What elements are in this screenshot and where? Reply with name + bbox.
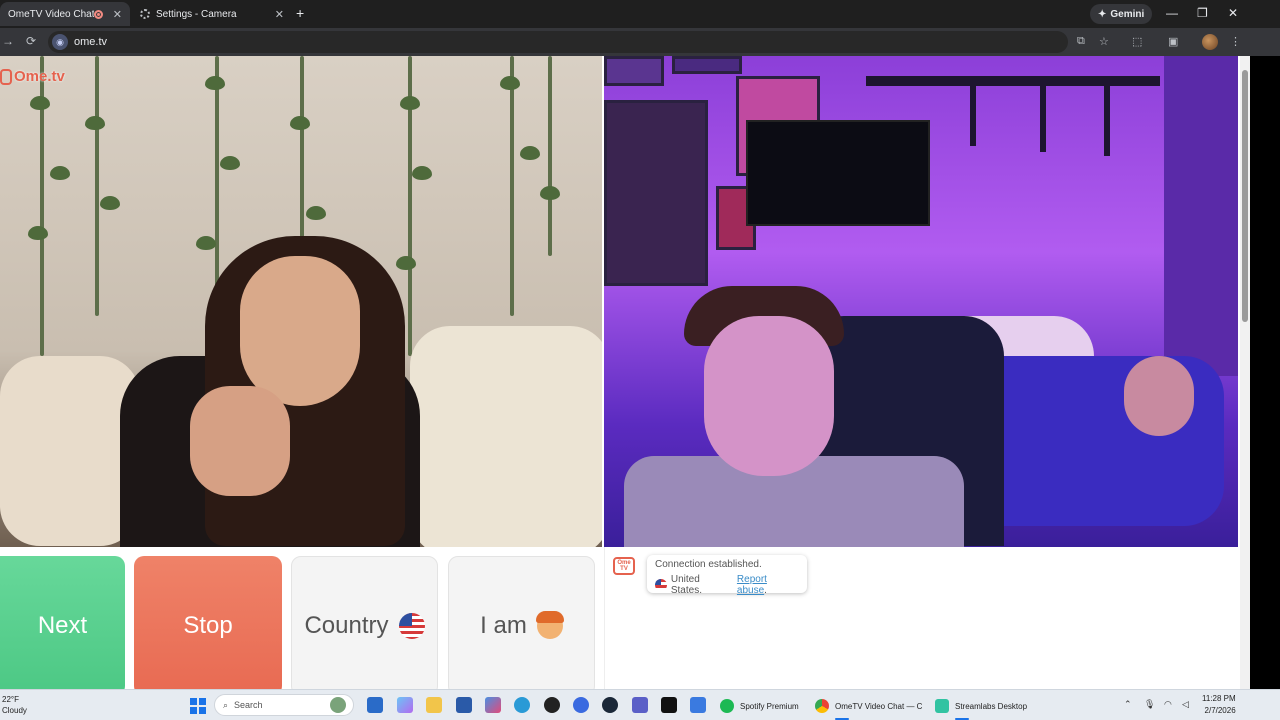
forward-icon[interactable]: → <box>2 34 14 48</box>
photos-icon[interactable] <box>485 697 501 713</box>
store-icon[interactable] <box>456 697 472 713</box>
logo-text: Ome.tv <box>14 68 65 85</box>
cast-icon[interactable]: ⧉ <box>1077 35 1085 48</box>
search-icon: ⌕ <box>223 699 229 710</box>
bookmark-star-icon[interactable]: ☆ <box>1099 35 1109 48</box>
file-explorer-icon[interactable] <box>426 697 442 713</box>
partner-country: United States. <box>670 574 702 596</box>
ometv-page: Ome.tv Next Stop Country I am Ome TV Con… <box>0 56 1240 696</box>
gemini-label: Gemini <box>1110 8 1145 20</box>
scroll-thumb[interactable] <box>1242 70 1248 322</box>
system-clock[interactable]: 11:28 PM 2/7/2026 <box>1202 693 1236 717</box>
steam-icon[interactable] <box>602 697 618 713</box>
logo-tv-icon <box>0 68 12 85</box>
side-panel-icon[interactable]: ▣ <box>1168 35 1178 48</box>
clock-time: 11:28 PM <box>1202 694 1236 703</box>
start-button[interactable] <box>190 698 206 714</box>
address-bar-row: → ⟳ ◉ ome.tv ⧉ ☆ ⬚ ▣ ⋮ <box>0 28 1280 56</box>
recording-icon <box>93 9 103 19</box>
connection-status: Connection established. <box>655 559 762 570</box>
tab-title: Settings - Camera <box>156 8 237 20</box>
menu-icon[interactable]: ⋮ <box>1230 35 1241 48</box>
next-label: Next <box>37 612 88 639</box>
wall-tv <box>746 120 930 226</box>
teams-icon[interactable] <box>632 697 648 713</box>
browser-icon[interactable] <box>573 697 589 713</box>
gender-button[interactable]: I am <box>448 556 595 696</box>
boy-emoji-icon <box>535 611 564 639</box>
site-info-icon[interactable]: ◉ <box>52 34 68 50</box>
sparkle-icon: ✦ <box>1098 8 1107 20</box>
edge-icon[interactable] <box>514 697 530 713</box>
country-button[interactable]: Country <box>291 556 438 696</box>
app-icon[interactable] <box>690 697 706 713</box>
chrome-icon <box>815 699 829 713</box>
profile-avatar[interactable] <box>1202 34 1218 50</box>
iam-label: I am <box>480 612 527 639</box>
country-label: Country <box>304 612 389 639</box>
tab-bar: OmeTV Video Chat — Ome ✕ Settings - Came… <box>0 0 1280 28</box>
weather-widget[interactable]: 22°F Cloudy <box>2 694 27 716</box>
us-flag-icon <box>398 613 425 639</box>
url-text[interactable]: ome.tv <box>74 36 107 48</box>
chevron-up-icon[interactable]: ⌃ <box>1124 699 1132 710</box>
local-video: Ome.tv <box>0 56 602 547</box>
next-button[interactable]: Next <box>0 556 125 696</box>
copilot-icon[interactable] <box>397 697 413 713</box>
chat-panel: Ome TV Connection established. United St… <box>604 547 1230 689</box>
tab-settings-camera[interactable]: Settings - Camera ✕ <box>132 2 292 26</box>
app-label: Spotify Premium <box>740 701 799 711</box>
taskbar-app-streamlabs[interactable]: Streamlabs Desktop <box>935 695 1028 720</box>
maximize-button[interactable]: ❐ <box>1197 6 1208 20</box>
wifi-icon[interactable]: ◠ <box>1164 699 1172 710</box>
weather-desc: Cloudy <box>2 706 27 715</box>
system-message: Connection established. United States. R… <box>647 555 807 596</box>
close-icon[interactable]: ✕ <box>113 8 122 21</box>
close-window-button[interactable]: ✕ <box>1228 6 1238 20</box>
clock-date: 2/7/2026 <box>1204 706 1236 715</box>
weather-temp: 22°F <box>2 695 19 704</box>
mail-icon[interactable] <box>367 697 383 713</box>
page-scrollbar[interactable] <box>1240 56 1250 689</box>
streamlabs-icon <box>935 699 949 713</box>
spotify-icon <box>720 699 734 713</box>
tab-ometv[interactable]: OmeTV Video Chat — Ome ✕ <box>0 2 130 26</box>
close-icon[interactable]: ✕ <box>275 8 284 21</box>
microphone-icon[interactable]: 🎙 <box>1144 699 1155 710</box>
extensions-icon[interactable]: ⬚ <box>1132 35 1142 48</box>
minimize-button[interactable]: — <box>1166 6 1178 20</box>
report-abuse-link[interactable]: Report abuse <box>737 574 767 596</box>
new-tab-button[interactable]: + <box>296 5 304 21</box>
search-placeholder: Search <box>234 700 263 710</box>
reload-icon[interactable]: ⟳ <box>26 34 36 48</box>
taskbar-app-chrome[interactable]: OmeTV Video Chat — C <box>815 695 923 720</box>
stop-button[interactable]: Stop <box>134 556 282 696</box>
taskbar-app-spotify[interactable]: Spotify Premium <box>720 695 799 717</box>
stop-label: Stop <box>183 612 233 639</box>
app-label: OmeTV Video Chat — C <box>835 701 923 711</box>
gemini-button[interactable]: ✦ Gemini <box>1090 4 1153 24</box>
app-label: Streamlabs Desktop <box>955 701 1028 711</box>
tab-title: OmeTV Video Chat — Ome <box>8 8 94 20</box>
volume-icon[interactable]: ◁ <box>1182 699 1189 710</box>
gear-icon <box>140 9 150 19</box>
ometv-chat-avatar: Ome TV <box>613 557 635 575</box>
windows-taskbar: 22°F Cloudy ⌕ Search Spotify Premium Ome… <box>0 689 1280 720</box>
ometv-logo: Ome.tv <box>0 68 65 85</box>
search-highlight-icon[interactable] <box>330 697 346 713</box>
alien-icon[interactable] <box>544 697 560 713</box>
us-flag-icon <box>655 579 667 591</box>
address-bar[interactable]: ◉ ome.tv <box>48 31 1068 53</box>
screen-edge <box>1250 56 1280 689</box>
remote-video <box>604 56 1238 547</box>
epic-games-icon[interactable] <box>661 697 677 713</box>
report-suffix: . <box>764 585 767 596</box>
